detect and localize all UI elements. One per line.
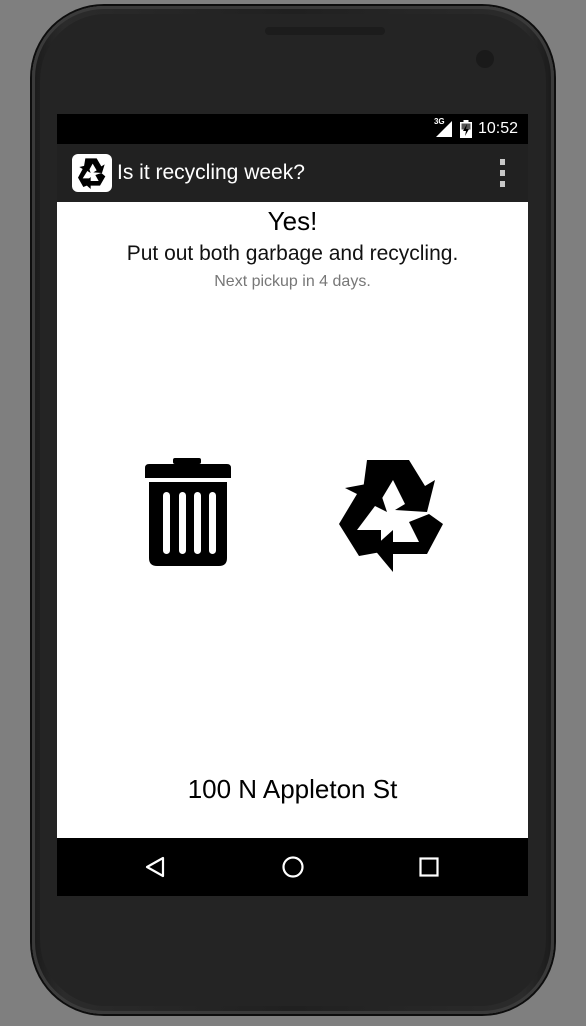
back-icon: [145, 856, 165, 878]
overflow-dot: [499, 159, 505, 165]
network-type-label: 3G: [433, 117, 445, 126]
next-pickup-text: Next pickup in 4 days.: [214, 273, 371, 290]
recycle-icon: [339, 460, 443, 572]
app-title: Is it recycling week?: [117, 161, 305, 184]
overflow-menu-icon[interactable]: [496, 159, 508, 187]
action-bar: Is it recycling week?: [57, 144, 528, 202]
battery-charging-icon: [459, 120, 472, 138]
recycle-icon: [78, 158, 106, 189]
overflow-dot: [499, 170, 505, 176]
recents-button[interactable]: [414, 853, 444, 881]
status-clock: 10:52: [477, 120, 518, 137]
front-camera: [476, 50, 494, 68]
home-button[interactable]: [278, 853, 308, 881]
main-content: Yes! Put out both garbage and recycling.…: [57, 202, 528, 838]
earpiece-speaker: [265, 27, 385, 35]
back-button[interactable]: [140, 853, 170, 881]
phone-screen: 3G 10:52 Is it recycling week? Yes! Put …: [57, 114, 528, 896]
status-bar: 3G 10:52: [57, 114, 528, 144]
trash-can-icon: [145, 458, 231, 566]
instruction-text: Put out both garbage and recycling.: [126, 242, 459, 265]
recents-icon: [419, 857, 439, 877]
navigation-bar: [57, 838, 528, 896]
app-logo[interactable]: [72, 154, 112, 192]
answer-heading: Yes!: [267, 206, 318, 236]
home-icon: [282, 856, 304, 878]
address-label: 100 N Appleton St: [187, 774, 398, 804]
overflow-dot: [499, 181, 505, 187]
signal-strength-icon: 3G: [433, 117, 454, 139]
status-icons: 3G 10:52: [433, 117, 518, 139]
